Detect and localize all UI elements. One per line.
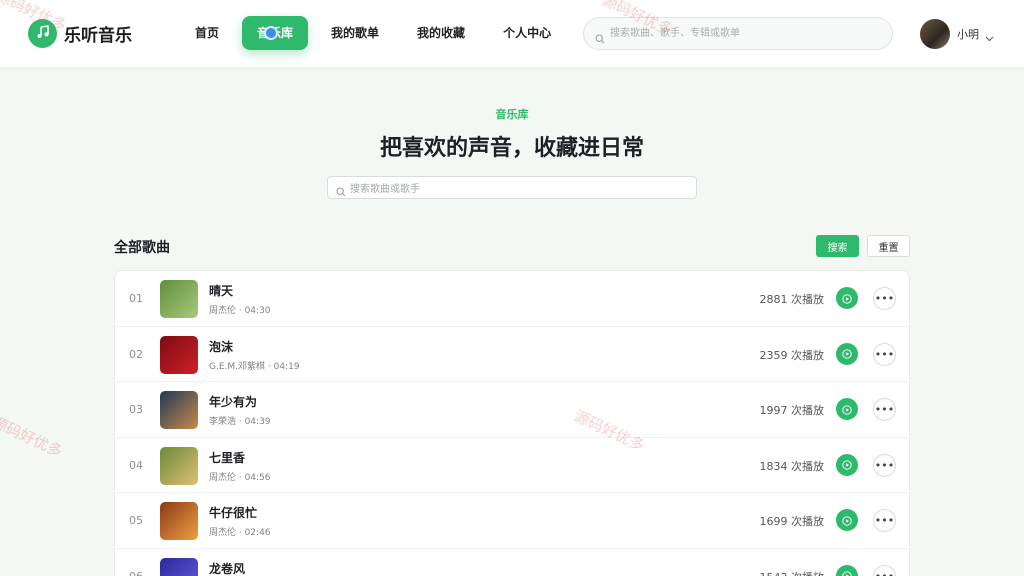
more-horizontal-icon: ••• [874, 569, 895, 576]
more-horizontal-icon: ••• [874, 458, 895, 472]
play-count: 1834 次播放 [759, 459, 825, 473]
song-title[interactable]: 泡沫 [209, 338, 233, 355]
more-options-button[interactable]: ••• [873, 564, 896, 576]
search-icon [595, 29, 605, 48]
song-meta: 周杰伦 · 04:30 [209, 306, 271, 316]
watermark: 源码好优多 [0, 412, 66, 461]
play-button[interactable] [836, 453, 858, 476]
avatar[interactable] [920, 19, 950, 49]
play-icon [842, 511, 852, 530]
song-meta: 李荣浩 · 04:39 [209, 417, 271, 427]
music-note-icon [36, 24, 50, 43]
more-options-button[interactable]: ••• [873, 398, 896, 421]
play-button[interactable] [836, 564, 858, 576]
track-number: 03 [129, 403, 143, 416]
song-title[interactable]: 年少有为 [209, 393, 257, 410]
song-title[interactable]: 七里香 [209, 449, 245, 466]
song-title[interactable]: 晴天 [209, 282, 233, 299]
page-title: 把喜欢的声音，收藏进日常 [379, 136, 644, 161]
song-title[interactable]: 牛仔很忙 [209, 504, 257, 521]
table-row[interactable]: 05 牛仔很忙周杰伦 · 02:46 1699 次播放 ••• [115, 493, 909, 549]
song-meta: G.E.M.邓紫棋 · 04:19 [209, 361, 300, 372]
play-button[interactable] [836, 287, 858, 309]
song-list: 01 晴天周杰伦 · 04:30 2881 次播放 ••• 02 泡沫 G.E.M.邓紫棋 … [114, 270, 910, 576]
user-name[interactable]: 小明 [957, 26, 979, 42]
nav-my-favorites[interactable]: 我的收藏 [402, 16, 480, 50]
play-icon [842, 455, 852, 474]
pointer-cursor-icon [264, 26, 278, 40]
play-button[interactable] [836, 342, 858, 365]
table-row[interactable]: 04 七里香周杰伦 · 04:56 1834 次播放 ••• [115, 438, 909, 493]
track-number: 02 [129, 347, 143, 361]
more-options-button[interactable]: ••• [873, 509, 896, 532]
play-icon [842, 566, 852, 576]
brand-name[interactable]: 乐听音乐 [64, 21, 132, 46]
search-icon [336, 182, 346, 201]
play-icon [842, 289, 852, 308]
more-options-button[interactable]: ••• [873, 287, 896, 310]
album-cover[interactable] [160, 335, 198, 374]
play-button[interactable] [836, 398, 858, 420]
logo[interactable] [28, 19, 57, 48]
more-horizontal-icon: ••• [874, 514, 895, 527]
track-number: 01 [129, 292, 143, 305]
search-button[interactable]: 搜索 [816, 235, 859, 257]
table-row[interactable]: 02 泡沫 G.E.M.邓紫棋 · 04:19 2359 次播放 ••• [115, 327, 909, 382]
song-search-input[interactable] [350, 179, 680, 200]
play-count: 1699 次播放 [759, 515, 825, 528]
top-header: 乐听音乐 首页 音乐库 我的歌单 我的收藏 个人中心 小明 [0, 0, 1024, 67]
nav-profile[interactable]: 个人中心 [488, 16, 566, 50]
album-cover[interactable] [160, 446, 198, 485]
more-horizontal-icon: ••• [874, 403, 895, 416]
play-count: 2359 次播放 [759, 348, 825, 362]
play-button[interactable] [836, 509, 858, 531]
album-cover[interactable] [160, 502, 198, 540]
table-row[interactable]: 03 年少有为李荣浩 · 04:39 1997 次播放 ••• [115, 382, 909, 438]
song-title[interactable]: 龙卷风 [209, 560, 245, 576]
more-horizontal-icon: ••• [874, 292, 895, 305]
more-options-button[interactable]: ••• [873, 453, 896, 477]
play-count: 1997 次播放 [759, 404, 825, 417]
chevron-down-icon[interactable] [985, 27, 994, 46]
play-icon [842, 400, 852, 419]
play-count: 1543 次播放 [760, 569, 825, 576]
main-nav: 首页 音乐库 我的歌单 我的收藏 个人中心 [180, 16, 574, 50]
table-row[interactable]: 01 晴天周杰伦 · 04:30 2881 次播放 ••• [115, 271, 909, 327]
play-icon [842, 344, 852, 363]
track-number: 05 [129, 514, 143, 527]
more-horizontal-icon: ••• [874, 347, 895, 361]
section-title: 全部歌曲 [114, 240, 170, 256]
song-search [327, 176, 697, 201]
song-meta: 周杰伦 · 04:56 [209, 472, 271, 483]
album-cover[interactable] [160, 557, 198, 576]
nav-home[interactable]: 首页 [180, 16, 234, 50]
album-cover[interactable] [160, 391, 198, 429]
nav-my-playlists[interactable]: 我的歌单 [316, 16, 394, 50]
header-search-input[interactable] [610, 18, 880, 49]
table-row[interactable]: 06 龙卷风 1543 次播放 ••• [115, 549, 909, 576]
song-meta: 周杰伦 · 02:46 [209, 528, 271, 538]
play-count: 2881 次播放 [759, 293, 825, 306]
reset-button[interactable]: 重置 [867, 235, 910, 257]
track-number: 04 [129, 458, 143, 472]
album-cover[interactable] [160, 280, 198, 318]
track-number: 06 [129, 569, 143, 576]
hero-kicker: 音乐库 [495, 108, 529, 121]
more-options-button[interactable]: ••• [873, 342, 896, 366]
header-search [583, 17, 893, 50]
